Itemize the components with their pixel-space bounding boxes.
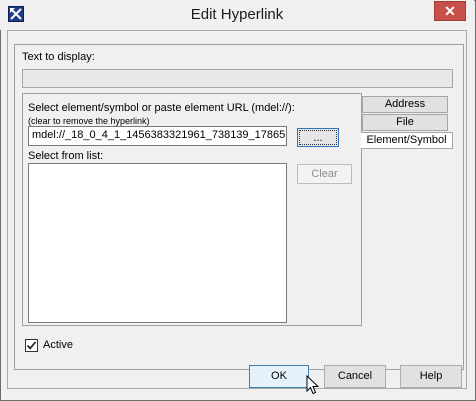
text-to-display-label: Text to display: [22, 51, 95, 63]
close-button[interactable]: ✕ [434, 1, 466, 21]
active-checkbox[interactable] [25, 339, 38, 352]
text-to-display-input[interactable] [22, 69, 453, 88]
dialog-title: Edit Hyperlink [190, 6, 284, 23]
ok-button[interactable]: OK [249, 365, 309, 388]
close-icon: ✕ [444, 3, 456, 19]
tab-element-symbol[interactable]: Element/Symbol [361, 132, 453, 149]
element-list[interactable] [28, 163, 287, 323]
browse-button[interactable]: ... [297, 128, 339, 147]
active-label: Active [43, 339, 73, 351]
element-url-input[interactable]: mdel://_18_0_4_1_1456383321961_738139_17… [28, 126, 287, 146]
tab-file[interactable]: File [362, 114, 448, 131]
select-from-list-label: Select from list: [28, 150, 104, 162]
clear-hint-label: (clear to remove the hyperlink) [28, 116, 150, 126]
mouse-pointer-icon [306, 374, 320, 398]
title-bar[interactable]: Edit Hyperlink ✕ [0, 0, 474, 30]
help-button[interactable]: Help [400, 365, 462, 388]
clear-button[interactable]: Clear [297, 164, 352, 184]
select-element-label: Select element/symbol or paste element U… [28, 102, 295, 114]
tab-address[interactable]: Address [362, 96, 448, 113]
browse-button-focus: ... [299, 130, 337, 145]
cancel-button[interactable]: Cancel [324, 365, 386, 388]
check-icon [26, 341, 37, 350]
